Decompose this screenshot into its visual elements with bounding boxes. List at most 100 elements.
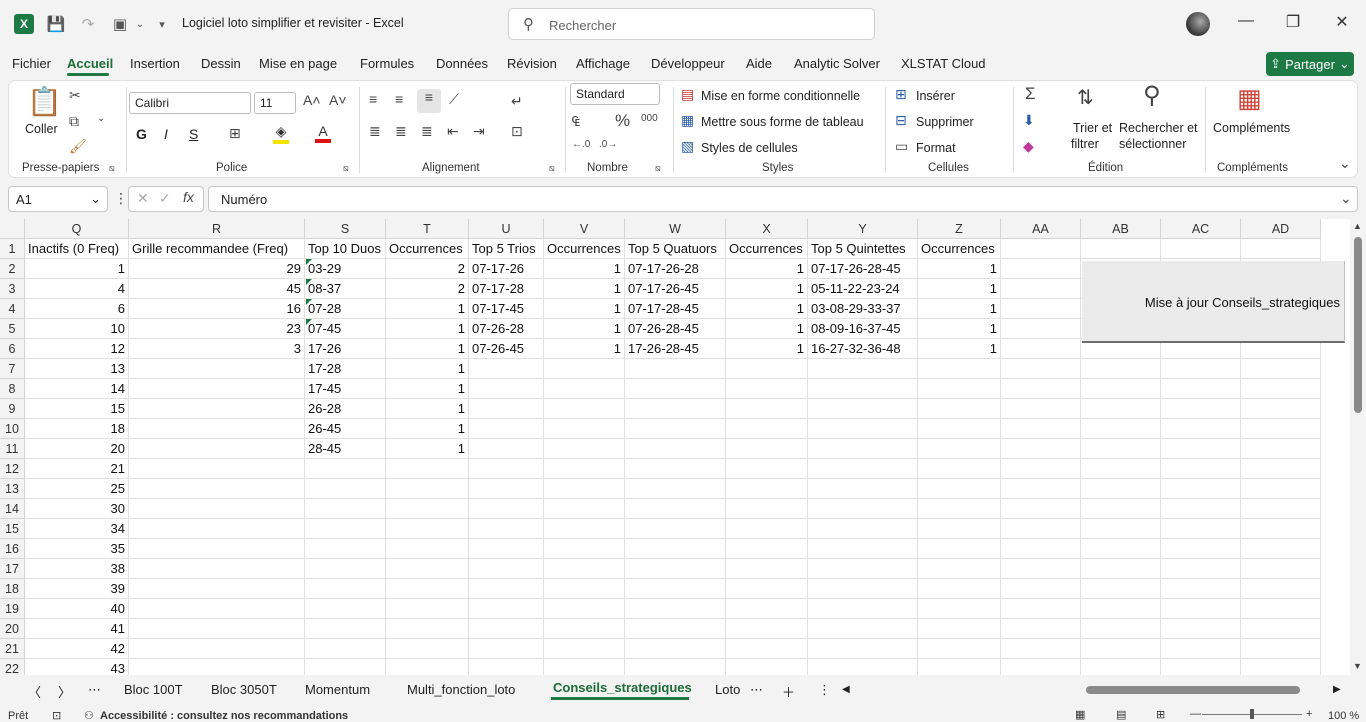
error-indicator-icon[interactable] [306, 279, 312, 285]
thousands-separator-icon[interactable]: 000 [641, 113, 658, 124]
table-cell[interactable] [918, 599, 1001, 619]
cell-styles-icon[interactable]: ▧ [681, 138, 694, 155]
table-cell[interactable] [726, 359, 808, 379]
table-cell[interactable] [469, 559, 544, 579]
table-cell[interactable] [1241, 579, 1321, 599]
table-cell[interactable] [1081, 359, 1161, 379]
row-header[interactable]: 7 [0, 359, 25, 379]
format-as-table-button[interactable]: Mettre sous forme de tableau [701, 115, 864, 129]
table-cell[interactable]: 20 [25, 439, 129, 459]
header-cell[interactable]: Occurrences [726, 239, 808, 259]
table-cell[interactable] [1001, 559, 1081, 579]
table-cell[interactable]: 21 [25, 459, 129, 479]
table-cell[interactable] [1001, 519, 1081, 539]
table-cell[interactable] [726, 479, 808, 499]
table-cell[interactable] [1161, 519, 1241, 539]
table-cell[interactable] [1001, 439, 1081, 459]
table-cell[interactable]: 25 [25, 479, 129, 499]
header-cell[interactable]: Occurrences [386, 239, 469, 259]
table-cell[interactable] [726, 639, 808, 659]
table-cell[interactable]: 1 [386, 419, 469, 439]
align-center-icon[interactable]: ≣ [395, 123, 407, 140]
column-header[interactable]: V [544, 219, 625, 239]
column-header[interactable]: W [625, 219, 726, 239]
chevron-down-icon[interactable]: ⌄ [97, 113, 105, 124]
table-cell[interactable] [1001, 659, 1081, 675]
table-cell[interactable] [1081, 619, 1161, 639]
normal-view-icon[interactable]: ▦ [1075, 708, 1085, 721]
table-cell[interactable] [386, 539, 469, 559]
table-cell[interactable]: 1 [544, 319, 625, 339]
column-header[interactable]: AD [1241, 219, 1321, 239]
table-cell[interactable]: 1 [726, 299, 808, 319]
table-cell[interactable] [1081, 599, 1161, 619]
table-cell[interactable] [726, 599, 808, 619]
autosum-icon[interactable]: Σ [1025, 84, 1036, 104]
row-header[interactable]: 18 [0, 579, 25, 599]
table-cell[interactable]: 07-17-28 [469, 279, 544, 299]
column-header[interactable]: U [469, 219, 544, 239]
table-cell[interactable] [386, 499, 469, 519]
expand-formula-icon[interactable]: ⌄ [1340, 190, 1352, 207]
table-cell[interactable] [1241, 519, 1321, 539]
table-cell[interactable] [1241, 379, 1321, 399]
table-cell[interactable] [808, 359, 918, 379]
table-cell[interactable]: 17-26 [305, 339, 386, 359]
next-sheet-icon[interactable]: 〉 [58, 682, 71, 701]
table-cell[interactable] [469, 379, 544, 399]
table-cell[interactable] [726, 619, 808, 639]
sort-filter-icon[interactable]: ⇅ [1077, 85, 1094, 110]
row-header[interactable]: 8 [0, 379, 25, 399]
table-cell[interactable] [1081, 419, 1161, 439]
scroll-up-icon[interactable]: ▲ [1353, 221, 1362, 231]
table-cell[interactable] [625, 359, 726, 379]
column-header[interactable]: T [386, 219, 469, 239]
header-cell[interactable]: Inactifs (0 Freq) [25, 239, 129, 259]
table-cell[interactable] [469, 619, 544, 639]
tab-xlstat-cloud[interactable]: XLSTAT Cloud [901, 56, 986, 71]
font-size-select[interactable]: 11 [254, 92, 296, 114]
table-cell[interactable]: 17-28 [305, 359, 386, 379]
table-cell[interactable] [305, 479, 386, 499]
insert-cells-button[interactable]: Insérer [916, 89, 955, 103]
table-cell[interactable]: 07-26-28-45 [625, 319, 726, 339]
table-cell[interactable] [625, 519, 726, 539]
table-cell[interactable]: 2 [386, 279, 469, 299]
table-cell[interactable] [1001, 359, 1081, 379]
table-cell[interactable]: 16-27-32-36-48 [808, 339, 918, 359]
table-cell[interactable] [808, 479, 918, 499]
decrease-indent-icon[interactable]: ⇤ [447, 123, 459, 140]
table-cell[interactable] [129, 439, 305, 459]
row-header[interactable]: 10 [0, 419, 25, 439]
row-header[interactable]: 13 [0, 479, 25, 499]
tab-aide[interactable]: Aide [746, 56, 772, 71]
tab-accueil[interactable]: Accueil [67, 56, 113, 71]
insert-function-icon[interactable]: fx [183, 189, 194, 205]
table-cell[interactable] [129, 579, 305, 599]
copy-icon[interactable]: ⧉ [69, 113, 79, 130]
table-cell[interactable] [1001, 599, 1081, 619]
table-cell[interactable] [808, 379, 918, 399]
tab-mise-en-page[interactable]: Mise en page [259, 56, 337, 71]
column-header[interactable]: Y [808, 219, 918, 239]
table-cell[interactable] [918, 579, 1001, 599]
table-cell[interactable] [625, 419, 726, 439]
row-header[interactable]: 11 [0, 439, 25, 459]
sheet-tab-bloc3050t[interactable]: Bloc 3050T [211, 682, 277, 697]
table-cell[interactable]: 34 [25, 519, 129, 539]
table-cell[interactable] [305, 659, 386, 675]
font-color-icon[interactable]: A [315, 123, 331, 143]
table-cell[interactable] [305, 539, 386, 559]
table-cell[interactable] [625, 499, 726, 519]
table-cell[interactable] [469, 499, 544, 519]
table-cell[interactable] [1001, 499, 1081, 519]
row-header[interactable]: 4 [0, 299, 25, 319]
view-mode-icon[interactable]: ▣ [110, 14, 130, 34]
table-cell[interactable] [386, 559, 469, 579]
chevron-down-icon[interactable]: ⌄ [130, 14, 150, 34]
table-cell[interactable]: 07-26-28 [469, 319, 544, 339]
table-cell[interactable]: 1 [386, 439, 469, 459]
currency-icon[interactable]: ₠ [572, 113, 580, 129]
row-header[interactable]: 12 [0, 459, 25, 479]
table-cell[interactable]: 18 [25, 419, 129, 439]
